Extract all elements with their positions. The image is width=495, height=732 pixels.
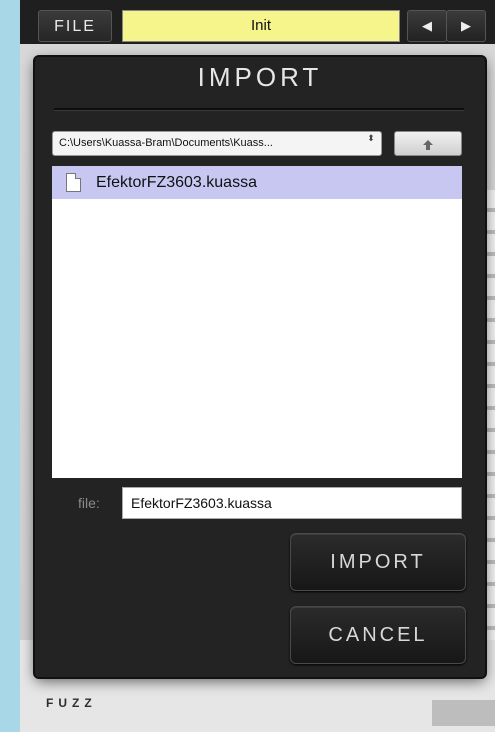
up-arrow-icon [423,139,433,150]
file-list[interactable]: EfektorFZ3603.kuassa [52,166,462,478]
title-divider [54,108,464,111]
prev-preset-button[interactable]: ◀ [407,10,447,42]
preset-name-display[interactable]: Init [122,10,400,42]
document-icon [66,173,81,192]
plugin-corner-box [432,700,495,726]
path-dropdown[interactable]: C:\Users\Kuassa-Bram\Documents\Kuass... [52,131,382,156]
parent-folder-button[interactable] [394,131,462,156]
fuzz-label: FUZZ [46,696,97,710]
list-item[interactable]: EfektorFZ3603.kuassa [52,166,462,199]
file-name: EfektorFZ3603.kuassa [96,174,257,191]
next-preset-button[interactable]: ▶ [446,10,486,42]
file-name-input[interactable] [122,487,462,519]
file-menu-button[interactable]: FILE [38,10,112,42]
chevron-right-icon: ▶ [461,18,471,33]
import-button[interactable]: IMPORT [290,533,466,591]
chevron-left-icon: ◀ [422,18,432,33]
dropdown-arrows-icon: ⬍ [367,133,375,143]
dialog-title: IMPORT [197,62,323,92]
file-field-label: file: [78,495,100,511]
cancel-button[interactable]: CANCEL [290,606,466,664]
